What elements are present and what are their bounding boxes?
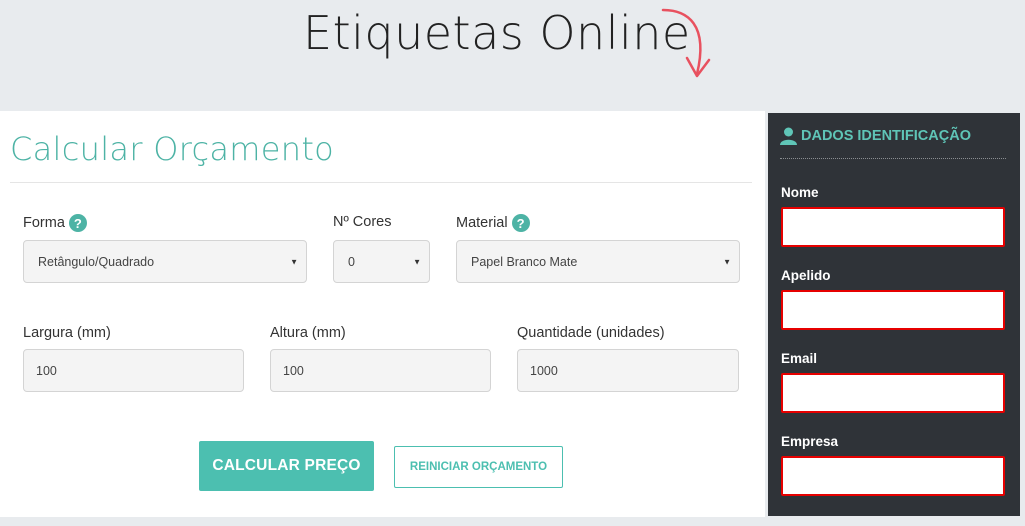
forma-label: Forma ? [23, 214, 87, 232]
largura-label: Largura (mm) [23, 325, 111, 341]
nome-label: Nome [781, 185, 819, 200]
chevron-down-icon: ▼ [290, 257, 298, 266]
largura-label-text: Largura (mm) [23, 325, 111, 341]
site-title: Etiquetas Online [303, 6, 691, 60]
cores-label: Nº Cores [333, 214, 391, 230]
footer-band [0, 517, 1025, 526]
identification-title: DADOS IDENTIFICAÇÃO [801, 128, 971, 144]
apelido-input[interactable] [781, 290, 1005, 330]
cores-label-text: Nº Cores [333, 214, 392, 230]
calculator-title: Calcular Orçamento [10, 130, 335, 168]
material-select[interactable]: Papel Branco Mate ▼ [456, 240, 740, 283]
calculate-price-button[interactable]: CALCULAR PREÇO [199, 441, 374, 491]
cores-select[interactable]: 0 ▼ [333, 240, 430, 283]
largura-input[interactable]: 100 [23, 349, 244, 392]
email-label: Email [781, 351, 818, 366]
quantidade-label: Quantidade (unidades) [517, 325, 665, 341]
material-label-text: Material [456, 215, 508, 231]
header-band: Etiquetas Online [0, 0, 1025, 111]
forma-select-value: Retângulo/Quadrado [38, 254, 155, 269]
quantidade-label-text: Quantidade (unidades) [517, 325, 665, 341]
forma-help-icon[interactable]: ? [68, 214, 87, 232]
empresa-label: Empresa [781, 434, 839, 449]
material-help-icon[interactable]: ? [511, 214, 530, 232]
empresa-input[interactable] [781, 456, 1005, 496]
chevron-down-icon: ▼ [723, 257, 731, 266]
identification-header: DADOS IDENTIFICAÇÃO [780, 127, 971, 145]
reset-quote-button[interactable]: REINICIAR ORÇAMENTO [394, 446, 563, 488]
title-divider [10, 182, 752, 183]
altura-value: 100 [283, 363, 304, 378]
nome-input[interactable] [781, 207, 1005, 247]
chevron-down-icon: ▼ [413, 257, 421, 266]
calculator-panel: Calcular Orçamento Forma ? Retângulo/Qua… [0, 111, 765, 517]
altura-label: Altura (mm) [270, 325, 346, 341]
identification-divider [780, 158, 1006, 159]
apelido-label: Apelido [781, 268, 831, 283]
curved-arrow-icon [661, 8, 711, 78]
email-input[interactable] [781, 373, 1005, 413]
material-select-value: Papel Branco Mate [471, 254, 578, 269]
user-icon [780, 127, 797, 145]
material-label: Material ? [456, 214, 530, 232]
largura-value: 100 [36, 363, 57, 378]
quantidade-value: 1000 [530, 363, 558, 378]
altura-label-text: Altura (mm) [270, 325, 346, 341]
quantidade-input[interactable]: 1000 [517, 349, 739, 392]
cores-select-value: 0 [348, 254, 355, 269]
forma-select[interactable]: Retângulo/Quadrado ▼ [23, 240, 307, 283]
identification-panel: DADOS IDENTIFICAÇÃO Nome Apelido Email E… [768, 113, 1020, 516]
altura-input[interactable]: 100 [270, 349, 491, 392]
forma-label-text: Forma [23, 215, 65, 231]
